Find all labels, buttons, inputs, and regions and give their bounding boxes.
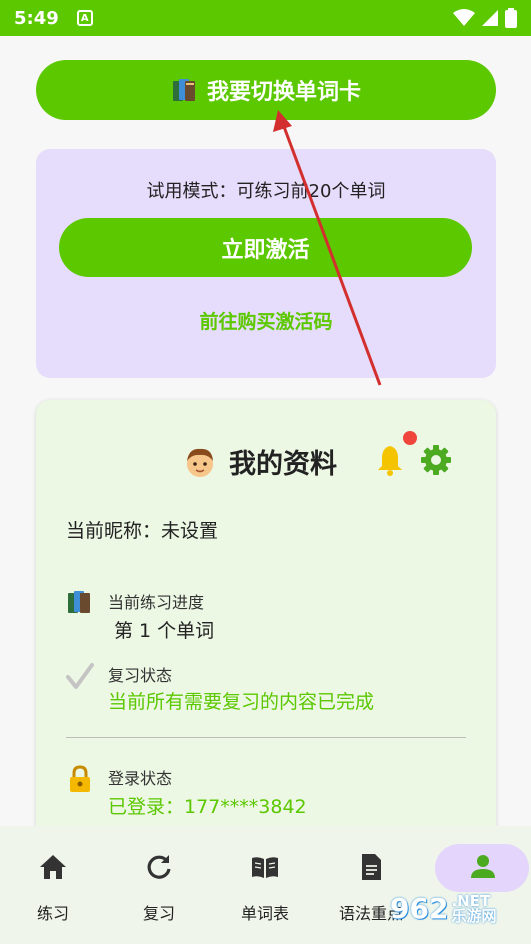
- switch-word-card-button[interactable]: 我要切换单词卡: [36, 60, 496, 120]
- nickname-text: 当前昵称：未设置: [66, 520, 219, 542]
- profile-card: 我的资料 当前昵称：未设置 当前练习进度 第 1 个单词 复习状态 当前所有需要…: [36, 400, 496, 860]
- nav-item-review[interactable]: 复习: [106, 826, 212, 944]
- login-label: 登录状态: [108, 769, 173, 788]
- login-value: 已登录：177****3842: [108, 796, 307, 818]
- document-icon: [362, 854, 381, 880]
- trial-mode-text: 试用模式：可练习前20个单词: [146, 181, 386, 202]
- checkmark-icon: [66, 663, 94, 689]
- watermark-logo: 962 .NET 乐游网: [390, 892, 496, 925]
- nav-item-profile[interactable]: [430, 826, 531, 944]
- nav-item-wordlist[interactable]: 单词表: [212, 826, 318, 944]
- gear-icon[interactable]: [420, 444, 452, 476]
- home-icon: [40, 855, 66, 879]
- kid-emoji-icon: [187, 448, 213, 477]
- books-icon: [68, 591, 90, 613]
- person-icon: [471, 855, 495, 878]
- status-icons: [453, 8, 517, 28]
- buy-activation-code-link[interactable]: 前往购买激活码: [36, 307, 496, 334]
- battery-icon: [505, 8, 517, 28]
- notification-icon: A: [76, 10, 93, 26]
- divider: [66, 737, 466, 738]
- notification-dot: [403, 431, 417, 445]
- bottom-nav: 练习 复习 单词表 语法重点: [0, 826, 531, 944]
- signal-icon: [482, 10, 498, 26]
- watermark-sub: 乐游网: [451, 906, 497, 925]
- progress-label: 当前练习进度: [108, 593, 205, 612]
- watermark-suffix-group: .NET 乐游网: [451, 893, 497, 925]
- nav-label-wordlist: 单词表: [240, 904, 289, 923]
- profile-title-text: 我的资料: [229, 449, 337, 480]
- refresh-icon: [147, 855, 171, 879]
- nav-item-practice[interactable]: 练习: [0, 826, 106, 944]
- review-value: 当前所有需要复习的内容已完成: [108, 691, 375, 713]
- book-icon: [172, 79, 195, 101]
- trial-card: 试用模式：可练习前20个单词 立即激活 前往购买激活码: [36, 149, 496, 378]
- wifi-icon: [453, 9, 475, 26]
- nav-label-review: 复习: [142, 904, 175, 923]
- review-label: 复习状态: [108, 666, 173, 685]
- nav-label-practice: 练习: [36, 904, 69, 923]
- bell-icon[interactable]: [376, 444, 404, 476]
- nav-item-grammar[interactable]: 语法重点: [318, 826, 424, 944]
- progress-value: 第 1 个单词: [114, 620, 215, 642]
- switch-word-card-label: 我要切换单词卡: [206, 80, 361, 105]
- status-bar: 5:49 A: [0, 0, 531, 36]
- status-time: 5:49: [14, 7, 59, 29]
- activate-now-button[interactable]: 立即激活: [59, 218, 472, 277]
- watermark-number: 962: [390, 892, 449, 925]
- profile-title: 我的资料: [183, 442, 337, 481]
- lock-icon: [70, 765, 90, 792]
- open-book-icon: [252, 857, 278, 878]
